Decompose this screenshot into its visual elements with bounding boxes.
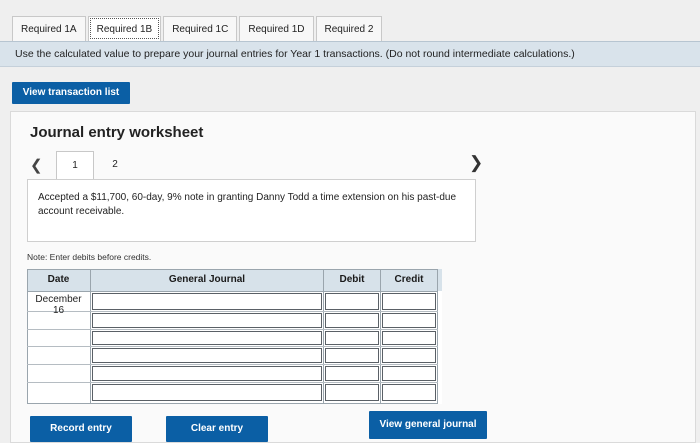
chevron-left-icon[interactable]: ❮: [30, 156, 43, 174]
worksheet-title: Journal entry worksheet: [30, 124, 204, 141]
tab-required-1b[interactable]: Required 1B: [87, 16, 162, 41]
chevron-right-icon[interactable]: ❯: [469, 153, 483, 173]
credit-input-row-2[interactable]: [382, 313, 436, 328]
col-header-general-journal: General Journal: [168, 274, 246, 285]
requirement-tabs: Required 1A Required 1B Required 1C Requ…: [12, 16, 384, 42]
account-input-row-6[interactable]: [92, 384, 322, 401]
account-input-row-4[interactable]: [92, 348, 322, 363]
credit-input-row-1[interactable]: [382, 293, 436, 310]
credit-input-row-4[interactable]: [382, 348, 436, 363]
debits-note: Note: Enter debits before credits.: [27, 252, 152, 262]
debit-input-row-3[interactable]: [325, 331, 379, 345]
page-tab-1[interactable]: 1: [56, 151, 94, 181]
account-input-row-1[interactable]: [92, 293, 322, 310]
account-input-row-2[interactable]: [92, 313, 322, 328]
debit-input-row-1[interactable]: [325, 293, 379, 310]
record-entry-button[interactable]: Record entry: [30, 416, 132, 442]
credit-input-row-3[interactable]: [382, 331, 436, 345]
view-general-journal-button[interactable]: View general journal: [369, 411, 487, 439]
tab-required-2[interactable]: Required 2: [315, 16, 383, 41]
tab-required-1c[interactable]: Required 1C: [163, 16, 238, 41]
debit-input-row-2[interactable]: [325, 313, 379, 328]
view-transaction-list-button[interactable]: View transaction list: [12, 82, 130, 104]
transaction-description: Accepted a $11,700, 60-day, 9% note in g…: [27, 179, 476, 242]
debit-input-row-4[interactable]: [325, 348, 379, 363]
col-header-date: Date: [47, 274, 70, 285]
credit-input-row-6[interactable]: [382, 384, 436, 401]
account-input-row-5[interactable]: [92, 366, 322, 381]
col-header-debit: Debit: [339, 274, 365, 285]
tab-required-1a[interactable]: Required 1A: [12, 16, 86, 41]
debit-input-row-5[interactable]: [325, 366, 379, 381]
account-input-row-3[interactable]: [92, 331, 322, 345]
col-header-credit: Credit: [394, 274, 424, 285]
page-tab-2[interactable]: 2: [96, 151, 134, 179]
instruction-text: Use the calculated value to prepare your…: [0, 41, 700, 67]
debit-input-row-6[interactable]: [325, 384, 379, 401]
clear-entry-button[interactable]: Clear entry: [166, 416, 268, 442]
credit-input-row-5[interactable]: [382, 366, 436, 381]
tab-required-1d[interactable]: Required 1D: [239, 16, 314, 41]
row-1-date: December 16: [35, 294, 82, 316]
